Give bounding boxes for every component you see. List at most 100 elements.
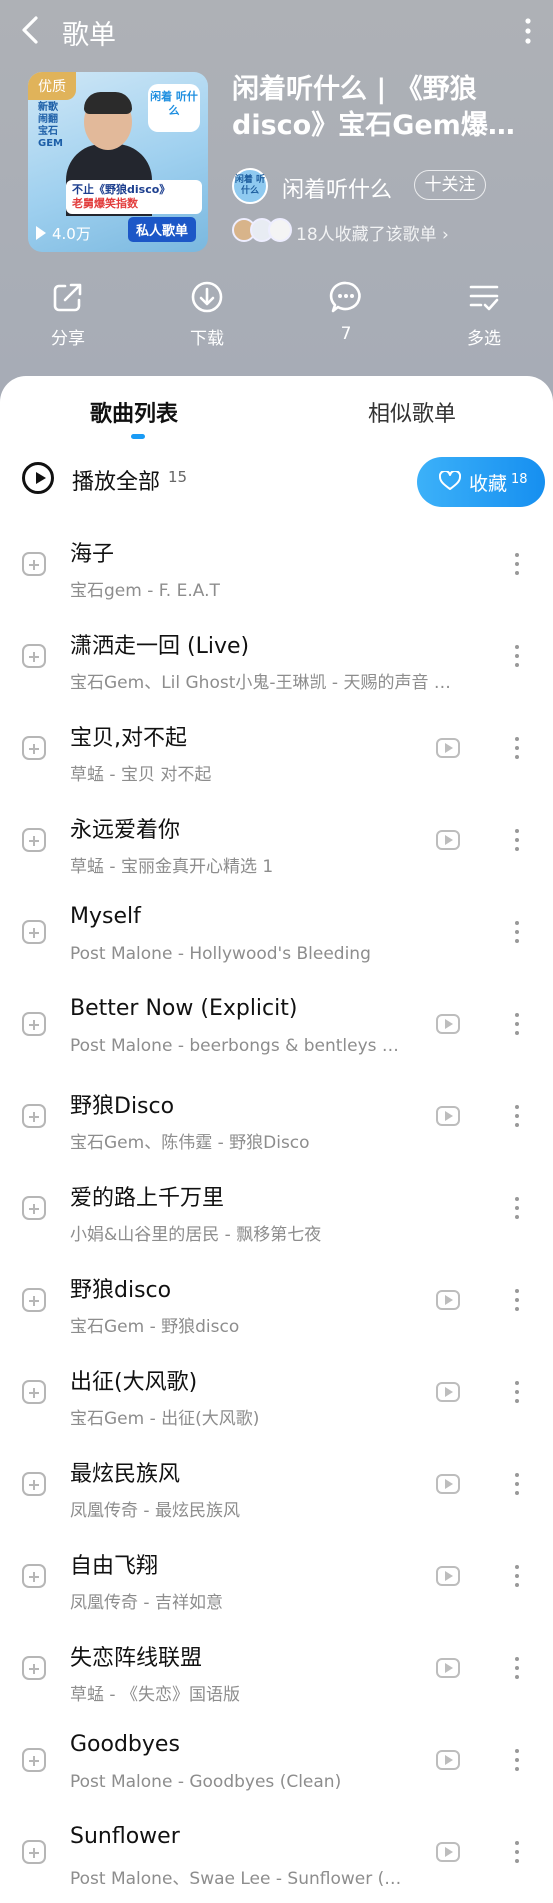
play-count-value: 4.0万 <box>52 225 91 243</box>
playlist-cover[interactable]: 新歌闹翻 宝石GEM 闲着 听什么 不止《野狼disco》 老舅爆笑指数 私人歌… <box>28 72 208 252</box>
song-row[interactable]: 潇洒走一回 (Live) 宝石Gem、Lil Ghost小鬼-王琳凯 - 天赐的声… <box>0 614 553 706</box>
add-to-list-icon[interactable] <box>22 1748 46 1772</box>
song-row[interactable]: 自由飞翔凤凰传奇 - 吉祥如意 <box>0 1534 553 1626</box>
add-to-list-icon[interactable] <box>22 1012 46 1036</box>
add-to-list-icon[interactable] <box>22 1104 46 1128</box>
play-all-label: 播放全部 <box>72 470 161 495</box>
song-row[interactable]: 最炫民族风 凤凰传奇 - 最炫民族风 <box>0 1442 553 1534</box>
song-more-icon[interactable] <box>512 1286 522 1316</box>
song-row[interactable]: 失恋阵线联盟草蜢 - 《失恋》国语版 <box>0 1626 553 1718</box>
add-to-list-icon[interactable] <box>22 1288 46 1312</box>
play-count: 4.0万 <box>36 223 91 244</box>
song-more-icon[interactable] <box>512 550 522 580</box>
song-more-icon[interactable] <box>512 1838 522 1868</box>
song-title: 出征(大风歌) <box>70 1370 198 1395</box>
add-to-list-icon[interactable] <box>22 828 46 852</box>
song-title: Sunflower <box>70 1824 180 1849</box>
follow-button[interactable]: 十关注 <box>414 170 486 200</box>
song-more-icon[interactable] <box>512 642 522 672</box>
song-artist-album: 凤凰传奇 - 吉祥如意 <box>70 1593 223 1613</box>
comment-count: 7 <box>340 324 352 344</box>
add-to-list-icon[interactable] <box>22 1472 46 1496</box>
song-title: Better Now (Explicit) <box>70 996 298 1021</box>
add-to-list-icon[interactable] <box>22 1564 46 1588</box>
creator-avatar[interactable]: 闲着 听什么 <box>232 168 268 204</box>
mv-icon[interactable] <box>436 830 460 850</box>
song-row[interactable]: 永远爱着你草蜢 - 宝丽金真开心精选 1 <box>0 798 553 890</box>
back-arrow-icon[interactable] <box>16 12 46 48</box>
download-label: 下载 <box>190 329 224 349</box>
song-more-icon[interactable] <box>512 1562 522 1592</box>
song-more-icon[interactable] <box>512 826 522 856</box>
mv-icon[interactable] <box>436 1658 460 1678</box>
mv-icon[interactable] <box>436 1106 460 1126</box>
download-button[interactable]: 下载 <box>167 280 247 349</box>
mv-icon[interactable] <box>436 1290 460 1310</box>
song-row[interactable]: Myself Post Malone - Hollywood's Bleeding <box>0 890 553 982</box>
add-to-list-icon[interactable] <box>22 736 46 760</box>
tab-songs[interactable]: 歌曲列表 <box>90 396 178 428</box>
song-row[interactable]: Sunflower Post Malone、Swae Lee - Sunflowe… <box>0 1810 553 1902</box>
song-row[interactable]: 野狼Disco 宝石Gem、陈伟霆 - 野狼Disco <box>0 1074 553 1166</box>
song-more-icon[interactable] <box>512 1378 522 1408</box>
song-artist-album: 草蜢 - 宝丽金真开心精选 1 <box>70 857 274 877</box>
song-title: 永远爱着你 <box>70 818 181 843</box>
song-row[interactable]: 爱的路上千万里 小娟&山谷里的居民 - 飘移第七夜 <box>0 1166 553 1258</box>
play-count-icon <box>36 226 46 240</box>
add-to-list-icon[interactable] <box>22 552 46 576</box>
add-to-list-icon[interactable] <box>22 1196 46 1220</box>
song-title: 自由飞翔 <box>70 1554 159 1579</box>
song-row[interactable]: 野狼disco 宝石Gem - 野狼disco <box>0 1258 553 1350</box>
song-row[interactable]: 出征(大风歌) 宝石Gem - 出征(大风歌) <box>0 1350 553 1442</box>
song-more-icon[interactable] <box>512 1470 522 1500</box>
mv-icon[interactable] <box>436 1014 460 1034</box>
song-more-icon[interactable] <box>512 1010 522 1040</box>
mv-icon[interactable] <box>436 738 460 758</box>
add-to-list-icon[interactable] <box>22 1380 46 1404</box>
mv-icon[interactable] <box>436 1474 460 1494</box>
song-more-icon[interactable] <box>512 734 522 764</box>
song-artist-album: 宝石gem - F. E.A.T <box>70 581 220 601</box>
creator-name[interactable]: 闲着听什么 <box>282 172 392 204</box>
mv-icon[interactable] <box>436 1750 460 1770</box>
add-to-list-icon[interactable] <box>22 1656 46 1680</box>
quality-badge: 优质 <box>28 72 76 100</box>
collected-count-link[interactable]: 18人收藏了该歌单 › <box>296 220 449 245</box>
song-artist-album: 宝石Gem、Lil Ghost小鬼-王琳凯 - 天赐的声音 … <box>70 673 451 693</box>
cover-private-label: 私人歌单 <box>127 217 196 242</box>
add-to-list-icon[interactable] <box>22 920 46 944</box>
collector-avatar <box>268 218 292 242</box>
song-row[interactable]: 海子 宝石gem - F. E.A.T <box>0 522 553 614</box>
song-row[interactable]: 宝贝,对不起 草蜢 - 宝贝 对不起 <box>0 706 553 798</box>
share-button[interactable]: 分享 <box>28 280 108 349</box>
song-title: Goodbyes <box>70 1732 180 1757</box>
collect-button[interactable]: 收藏 18 <box>417 457 545 507</box>
cover-caption-line2: 老舅爆笑指数 <box>72 197 138 210</box>
song-row[interactable]: Better Now (Explicit) Post Malone - beerb… <box>0 982 553 1074</box>
cover-sticker: 闲着 听什么 <box>148 84 200 132</box>
more-vertical-icon[interactable] <box>519 14 537 48</box>
cover-caption-line1: 不止《野狼disco》 <box>72 183 171 196</box>
add-to-list-icon[interactable] <box>22 644 46 668</box>
collect-count: 18 <box>511 472 528 487</box>
song-title: 最炫民族风 <box>70 1462 181 1487</box>
play-circle-icon <box>22 462 54 494</box>
mv-icon[interactable] <box>436 1382 460 1402</box>
playlist-title[interactable]: 闲着听什么 | 《野狼disco》宝石Gem爆笑… <box>232 72 532 144</box>
add-to-list-icon[interactable] <box>22 1840 46 1864</box>
song-more-icon[interactable] <box>512 1746 522 1776</box>
song-more-icon[interactable] <box>512 1194 522 1224</box>
mv-icon[interactable] <box>436 1566 460 1586</box>
page-title: 歌单 <box>62 20 116 51</box>
mv-icon[interactable] <box>436 1842 460 1862</box>
comment-button[interactable]: 7 <box>306 280 386 344</box>
song-title: 野狼disco <box>70 1278 172 1303</box>
song-title: 失恋阵线联盟 <box>70 1646 203 1671</box>
tab-similar-playlists[interactable]: 相似歌单 <box>368 396 456 428</box>
song-artist-album: 草蜢 - 《失恋》国语版 <box>70 1685 240 1705</box>
song-more-icon[interactable] <box>512 1102 522 1132</box>
song-more-icon[interactable] <box>512 918 522 948</box>
song-more-icon[interactable] <box>512 1654 522 1684</box>
song-row[interactable]: Goodbyes Post Malone - Goodbyes (Clean) <box>0 1718 553 1810</box>
multi-select-button[interactable]: 多选 <box>444 280 524 349</box>
